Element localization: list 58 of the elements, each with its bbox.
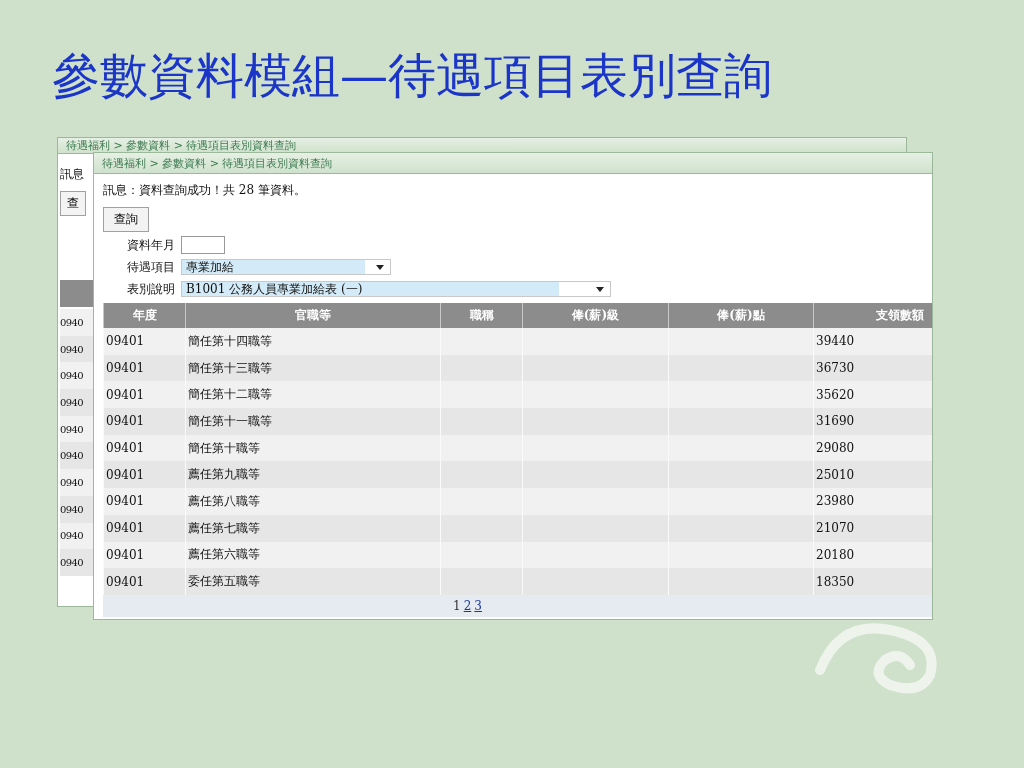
table-cell: 36730: [816, 361, 855, 376]
select-field[interactable]: B1001 公務人員專業加給表 (一): [181, 281, 611, 297]
table-cell: 0940: [60, 557, 84, 569]
table-cell: 薦任第七職等: [188, 519, 260, 537]
slide-title: 參數資料模組—待遇項目表別查詢: [52, 46, 772, 105]
table-cell: 09401: [106, 521, 145, 536]
table-cell: 0940: [60, 316, 84, 328]
query-button[interactable]: 查詢: [103, 207, 149, 232]
table-cell: 薦任第八職等: [188, 492, 260, 510]
table-cell: 0940: [60, 530, 84, 542]
table-cell: 09401: [106, 574, 145, 589]
page-link[interactable]: 2: [463, 598, 472, 613]
field-label: 待遇項目: [127, 258, 175, 276]
table-cell: 35620: [816, 387, 855, 402]
table-cell: 0940: [60, 476, 84, 488]
table-header: [60, 280, 93, 307]
table-cell: 09401: [106, 441, 145, 456]
table-cell: 23980: [816, 494, 855, 509]
table-cell: 09401: [106, 547, 145, 562]
table-cell: 29080: [816, 441, 855, 456]
table-cell: 簡任第十四職等: [188, 332, 272, 350]
table-cell: 09401: [106, 494, 145, 509]
page-link[interactable]: 3: [474, 598, 482, 613]
table-cell: 簡任第十一職等: [188, 412, 272, 430]
table-cell: 0940: [60, 343, 84, 355]
table-cell: 簡任第十三職等: [188, 359, 272, 377]
table-cell: 0940: [60, 370, 84, 382]
table-cell: 薦任第六職等: [188, 546, 260, 564]
caret-icon: [376, 264, 384, 270]
table-cell: 0940: [60, 503, 84, 515]
field-label: 表別說明: [127, 280, 175, 298]
query-button[interactable]: 查: [60, 191, 86, 216]
table-cell: 20180: [816, 547, 855, 562]
table-cell: 09401: [106, 387, 145, 402]
table-cell: 18350: [816, 574, 855, 589]
input-field[interactable]: [181, 236, 225, 254]
breadcrumb: 待遇福利 > 參數資料 > 待遇項目表別資料查詢: [94, 153, 932, 174]
table-cell: 簡任第十職等: [188, 439, 260, 457]
table-cell: 09401: [106, 414, 145, 429]
table-cell: 09401: [106, 467, 145, 482]
table-cell: 09401: [106, 334, 145, 349]
table-cell: 薦任第九職等: [188, 466, 260, 484]
table-cell: 25010: [816, 467, 855, 482]
table-cell: 0940: [60, 396, 84, 408]
field-label: 資料年月: [127, 236, 175, 254]
message-text: 訊息: [60, 166, 85, 183]
select-field[interactable]: 專業加給: [181, 259, 391, 275]
table-cell: 委任第五職等: [188, 573, 260, 591]
table-cell: 09401: [106, 361, 145, 376]
page-link[interactable]: 1: [453, 598, 461, 613]
table-cell: 31690: [816, 414, 855, 429]
table-cell: 0940: [60, 450, 84, 462]
table-cell: 21070: [816, 521, 855, 536]
table-cell: 39440: [816, 334, 855, 349]
table-cell: 簡任第十二職等: [188, 386, 272, 404]
caret-icon: [596, 286, 604, 292]
table-cell: 0940: [60, 423, 84, 435]
message-text: 訊息：資料查詢成功！共 28 筆資料。: [103, 182, 307, 199]
